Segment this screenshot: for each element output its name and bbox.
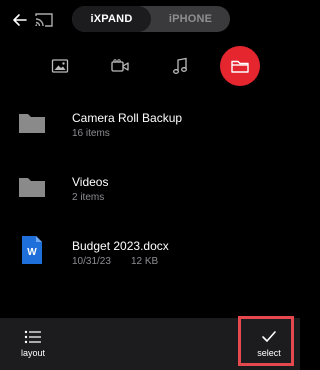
back-button[interactable] [10, 10, 30, 30]
video-icon [111, 59, 129, 72]
file-size: 12 KB [130, 256, 159, 267]
top-bar: iXPAND iPHONE [0, 0, 300, 40]
list-item[interactable]: Camera Roll Backup 16 items [0, 92, 300, 156]
photo-icon [51, 59, 69, 73]
storage-segmented-control: iXPAND iPHONE [72, 6, 230, 32]
layout-button[interactable]: layout [8, 324, 58, 364]
segment-iphone[interactable]: iPHONE [151, 6, 230, 32]
cast-icon [35, 13, 53, 27]
filter-videos-button[interactable] [100, 46, 140, 86]
file-meta: 2 items [72, 192, 105, 203]
media-filter-bar [0, 42, 300, 88]
file-meta: 16 items [72, 128, 110, 139]
filter-music-button[interactable] [160, 46, 200, 86]
file-name: Camera Roll Backup [72, 111, 183, 125]
file-name: Budget 2023.docx [72, 239, 169, 253]
filter-files-button[interactable] [220, 46, 260, 86]
file-list: Camera Roll Backup 16 items Videos 2 ite… [0, 92, 300, 284]
bottom-toolbar: layout select [0, 316, 300, 370]
file-meta: 10/31/23 12 KB [72, 256, 158, 267]
segment-ixpand[interactable]: iXPAND [72, 6, 151, 32]
word-document-icon: W [22, 236, 42, 264]
list-item[interactable]: Videos 2 items [0, 156, 300, 220]
folder-icon [19, 178, 45, 197]
arrow-left-icon [13, 14, 27, 26]
file-name: Videos [72, 175, 109, 189]
list-layout-icon [24, 330, 41, 344]
svg-text:W: W [27, 247, 37, 258]
filter-photos-button[interactable] [40, 46, 80, 86]
music-icon [173, 57, 187, 74]
cast-button[interactable] [34, 11, 54, 29]
file-date: 10/31/23 [72, 256, 111, 267]
folder-icon [231, 60, 249, 73]
select-highlight-box [238, 316, 294, 366]
layout-label: layout [20, 348, 46, 358]
list-item[interactable]: W Budget 2023.docx 10/31/23 12 KB [0, 220, 300, 284]
folder-icon [19, 114, 45, 133]
